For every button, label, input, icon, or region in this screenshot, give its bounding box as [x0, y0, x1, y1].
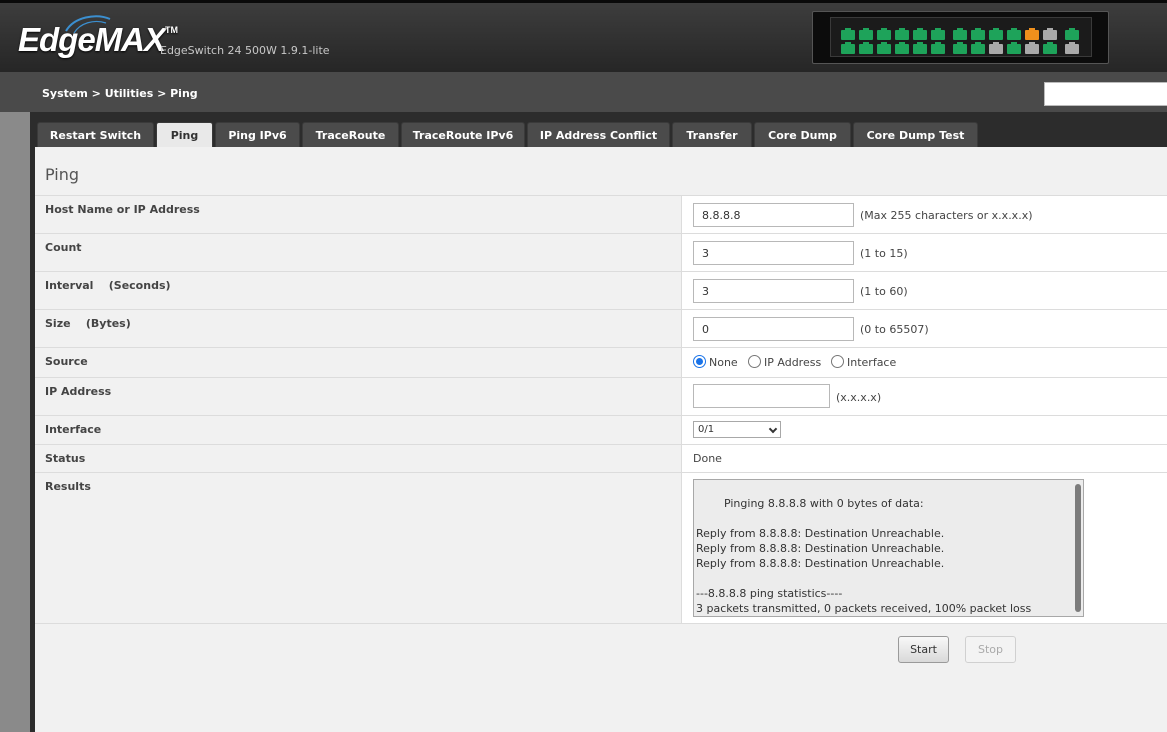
- tab-core-dump-test[interactable]: Core Dump Test: [853, 122, 978, 147]
- source-none-radio[interactable]: [693, 355, 706, 368]
- ip-address-input[interactable]: [693, 384, 830, 408]
- count-row: Count (1 to 15): [35, 233, 1167, 271]
- host-hint: (Max 255 characters or x.x.x.x): [860, 209, 1033, 222]
- app-header: EdgeMAXTM EdgeSwitch 24 500W 1.9.1-lite: [0, 0, 1167, 72]
- breadcrumb: System > Utilities > Ping: [42, 87, 198, 100]
- tab-traceroute[interactable]: TraceRoute: [302, 122, 399, 147]
- interval-label: Interval (Seconds): [45, 279, 171, 292]
- interval-row: Interval (Seconds) (1 to 60): [35, 271, 1167, 309]
- port-led: [1065, 42, 1079, 54]
- port-led: [895, 42, 909, 54]
- source-none-label: None: [709, 356, 738, 369]
- port-led: [989, 42, 1003, 54]
- section-title: Ping: [45, 165, 80, 184]
- port-led: [989, 28, 1003, 40]
- results-label: Results: [45, 480, 91, 493]
- port-led: [971, 28, 985, 40]
- port-led: [931, 28, 945, 40]
- size-input[interactable]: [693, 317, 854, 341]
- interface-select[interactable]: 0/1: [693, 421, 781, 438]
- host-label: Host Name or IP Address: [45, 203, 200, 216]
- count-hint: (1 to 15): [860, 247, 908, 260]
- port-led: [895, 28, 909, 40]
- tab-restart-switch[interactable]: Restart Switch: [37, 122, 154, 147]
- port-led: [1025, 28, 1039, 40]
- ip-address-hint: (x.x.x.x): [836, 391, 882, 404]
- port-led: [877, 42, 891, 54]
- source-ip-address-radio[interactable]: [748, 355, 761, 368]
- port-led: [1043, 28, 1057, 40]
- port-led: [877, 28, 891, 40]
- port-led: [859, 28, 873, 40]
- results-scrollbar[interactable]: [1075, 484, 1081, 612]
- port-led: [841, 42, 855, 54]
- source-label: Source: [45, 355, 88, 368]
- stop-button[interactable]: Stop: [965, 636, 1016, 663]
- port-led: [1025, 42, 1039, 54]
- tab-ip-address-conflict[interactable]: IP Address Conflict: [527, 122, 670, 147]
- port-led: [1007, 42, 1021, 54]
- port-status-panel: [812, 11, 1109, 64]
- port-led: [971, 42, 985, 54]
- interval-input[interactable]: [693, 279, 854, 303]
- tab-ping-ipv6[interactable]: Ping IPv6: [215, 122, 300, 147]
- port-led: [859, 42, 873, 54]
- tab-core-dump[interactable]: Core Dump: [754, 122, 851, 147]
- port-led: [1043, 42, 1057, 54]
- port-led: [953, 28, 967, 40]
- host-row: Host Name or IP Address (Max 255 charact…: [35, 195, 1167, 233]
- port-grid: [830, 17, 1092, 57]
- port-led: [841, 28, 855, 40]
- ip-address-label: IP Address: [45, 385, 112, 398]
- interval-hint: (1 to 60): [860, 285, 908, 298]
- port-led: [913, 42, 927, 54]
- source-ip-address-label: IP Address: [764, 356, 822, 369]
- size-label: Size (Bytes): [45, 317, 131, 330]
- tab-transfer[interactable]: Transfer: [672, 122, 752, 147]
- host-input[interactable]: [693, 203, 854, 227]
- status-value: Done: [693, 452, 722, 465]
- status-label: Status: [45, 452, 86, 465]
- results-row: Results Pinging 8.8.8.8 with 0 bytes of …: [35, 472, 1167, 624]
- tab-ping[interactable]: Ping: [156, 122, 213, 148]
- port-led: [931, 42, 945, 54]
- size-hint: (0 to 65507): [860, 323, 929, 336]
- interface-row: Interface 0/1: [35, 415, 1167, 444]
- source-interface-label: Interface: [847, 356, 897, 369]
- count-input[interactable]: [693, 241, 854, 265]
- ip-address-row: IP Address (x.x.x.x): [35, 377, 1167, 415]
- results-textarea[interactable]: Pinging 8.8.8.8 with 0 bytes of data: Re…: [693, 479, 1084, 617]
- port-led: [913, 28, 927, 40]
- tab-traceroute-ipv6[interactable]: TraceRoute IPv6: [401, 122, 525, 147]
- device-model: EdgeSwitch 24 500W 1.9.1-lite: [160, 44, 330, 57]
- count-label: Count: [45, 241, 82, 254]
- port-led: [1065, 28, 1079, 40]
- status-row: Status Done: [35, 444, 1167, 472]
- search-input[interactable]: [1044, 82, 1167, 106]
- port-led: [953, 42, 967, 54]
- start-button[interactable]: Start: [898, 636, 949, 663]
- chevron-down-icon: [768, 424, 778, 434]
- interface-label: Interface: [45, 423, 102, 436]
- size-row: Size (Bytes) (0 to 65507): [35, 309, 1167, 347]
- edgemax-logo: EdgeMAXTM: [18, 21, 179, 58]
- port-led: [1007, 28, 1021, 40]
- source-row: Source None IP Address Interface: [35, 347, 1167, 377]
- source-interface-radio[interactable]: [831, 355, 844, 368]
